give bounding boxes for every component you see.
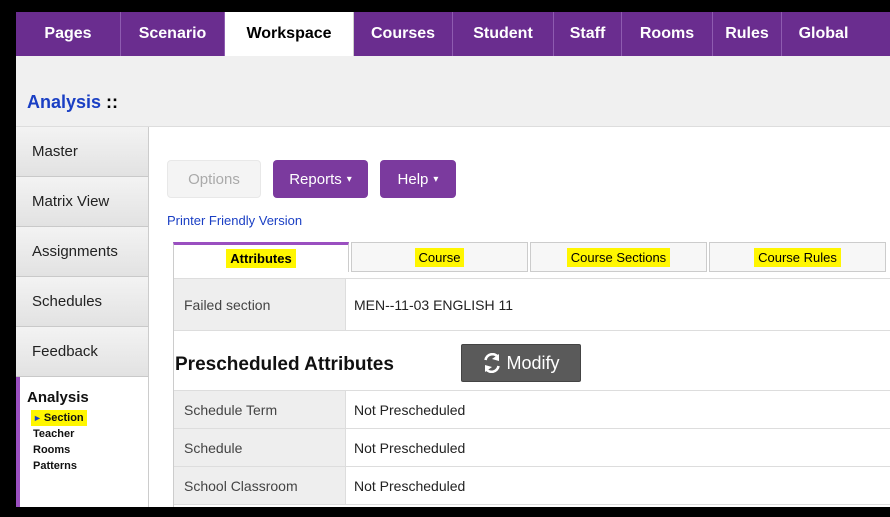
row-label: Schedule Term	[174, 391, 346, 428]
main-content: Options Reports ▾ Help ▾ Printer Friendly …	[149, 127, 890, 507]
attributes-panel: Failed section MEN--11-03 ENGLISH 11 Pre…	[173, 272, 890, 507]
sidebar-item-assignments[interactable]: Assignments	[16, 227, 148, 277]
prescheduled-title: Prescheduled Attributes	[175, 354, 394, 375]
failed-section-row: Failed section MEN--11-03 ENGLISH 11	[174, 278, 890, 331]
sidebar-subitem-patterns[interactable]: Patterns	[27, 458, 148, 474]
row-label: Schedule	[174, 429, 346, 466]
title-separator: ::	[101, 92, 119, 112]
printer-friendly-link[interactable]: Printer Friendly Version	[167, 213, 302, 228]
sidebar-subitem-teacher[interactable]: Teacher	[27, 426, 148, 442]
tab-rooms[interactable]: Rooms	[622, 12, 713, 56]
sidebar-item-master[interactable]: Master	[16, 127, 148, 177]
tab-global[interactable]: Global	[782, 12, 865, 56]
sidebar-item-schedules[interactable]: Schedules	[16, 277, 148, 327]
selected-arrow-icon: ►	[33, 413, 42, 423]
page-title: Analysis ::	[27, 92, 119, 112]
subtab-course[interactable]: Course	[351, 242, 528, 272]
table-row: Schedule Not Prescheduled	[174, 429, 890, 467]
sidebar-item-matrix-view[interactable]: Matrix View	[16, 177, 148, 227]
subtab-course-sections[interactable]: Course Sections	[530, 242, 707, 272]
sidebar-group-heading[interactable]: Analysis	[27, 389, 148, 406]
sidebar-group-analysis: Analysis ► Section Teacher Rooms Patterns	[16, 377, 148, 507]
sidebar-subitem-section[interactable]: ► Section	[31, 410, 87, 426]
tab-staff[interactable]: Staff	[554, 12, 622, 56]
row-value: Not Prescheduled	[354, 401, 466, 418]
sidebar: Master Matrix View Assignments Schedules…	[16, 127, 149, 507]
modify-button[interactable]: Modify	[461, 344, 581, 382]
app-frame: Pages Scenario Workspace Courses Student…	[16, 12, 890, 507]
page-header: Analysis ::	[16, 56, 890, 127]
subtabs: Attributes Course Course Sections Course…	[173, 242, 890, 272]
caret-down-icon: ▾	[346, 173, 352, 185]
tab-student[interactable]: Student	[453, 12, 554, 56]
options-button[interactable]: Options	[167, 160, 261, 198]
row-value: Not Prescheduled	[354, 477, 466, 494]
subtab-course-rules[interactable]: Course Rules	[709, 242, 886, 272]
tab-pages[interactable]: Pages	[16, 12, 121, 56]
row-value: Not Prescheduled	[354, 439, 466, 456]
tab-courses[interactable]: Courses	[354, 12, 453, 56]
row-label: School Classroom	[174, 467, 346, 504]
top-nav: Pages Scenario Workspace Courses Student…	[16, 12, 890, 56]
table-row: School Classroom Not Prescheduled	[174, 467, 890, 505]
help-button[interactable]: Help ▾	[380, 160, 456, 198]
sidebar-item-feedback[interactable]: Feedback	[16, 327, 148, 377]
caret-down-icon: ▾	[433, 173, 439, 185]
tab-scenario[interactable]: Scenario	[121, 12, 225, 56]
tab-rules[interactable]: Rules	[713, 12, 782, 56]
refresh-icon	[484, 353, 501, 373]
row-label: Failed section	[174, 279, 346, 330]
sidebar-subitem-rooms[interactable]: Rooms	[27, 442, 148, 458]
row-value: MEN--11-03 ENGLISH 11	[354, 296, 513, 313]
table-row: Schedule Term Not Prescheduled	[174, 391, 890, 429]
reports-button[interactable]: Reports ▾	[273, 160, 368, 198]
subtab-attributes[interactable]: Attributes	[173, 242, 349, 272]
tab-workspace[interactable]: Workspace	[225, 12, 354, 56]
prescheduled-table: Schedule Term Not Prescheduled Schedule …	[174, 390, 890, 507]
